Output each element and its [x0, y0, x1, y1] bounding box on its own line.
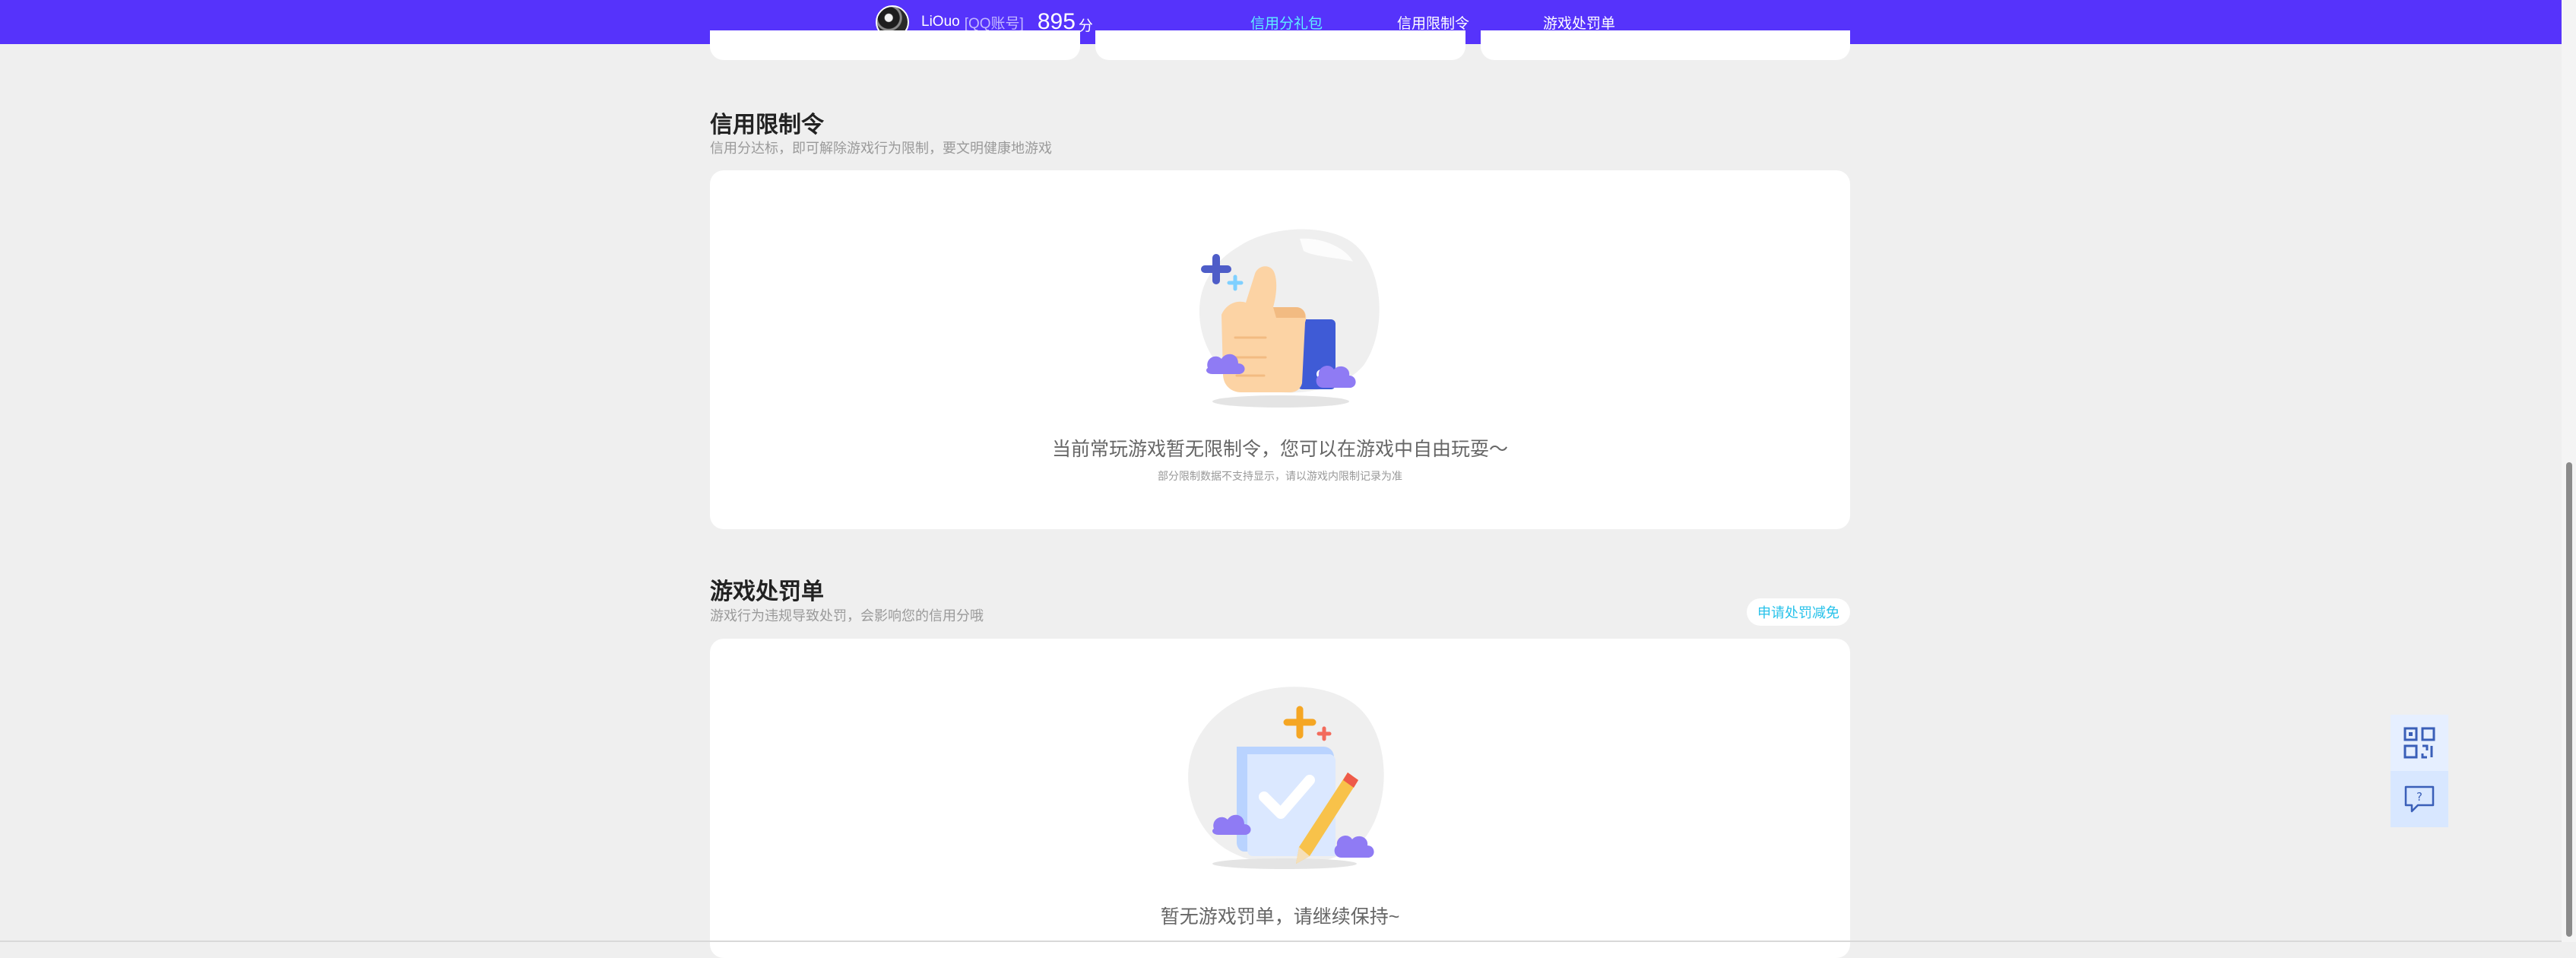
penalty-empty-text: 暂无游戏罚单，请继续保持~: [1160, 906, 1400, 928]
qr-code-button[interactable]: [2391, 715, 2448, 771]
penalty-subtitle: 游戏行为违规导致处罚，会影响您的信用分哦: [710, 608, 984, 623]
account-type: [QQ账号]: [964, 15, 1024, 32]
apply-penalty-reduction-button[interactable]: 申请处罚减免: [1747, 598, 1850, 626]
credit-limit-subtitle: 信用分达标，即可解除游戏行为限制，要文明健康地游戏: [710, 141, 1052, 156]
qr-code-icon: [2403, 727, 2435, 759]
credit-score-unit: 分: [1078, 17, 1093, 34]
gift-card-2[interactable]: [1095, 30, 1465, 60]
gift-card-1[interactable]: [710, 30, 1080, 60]
credit-limit-empty-text: 当前常玩游戏暂无限制令，您可以在游戏中自由玩耍～: [1051, 439, 1508, 460]
feedback-icon: ?: [2404, 785, 2435, 813]
scrollbar-thumb[interactable]: [2566, 462, 2572, 937]
username: LiOuo: [921, 14, 960, 30]
credit-limit-empty-hint: 部分限制数据不支持显示，请以游戏内限制记录为准: [1158, 470, 1402, 482]
feedback-glyph: ?: [2416, 790, 2422, 804]
credit-limit-title: 信用限制令: [710, 113, 824, 138]
nav-tab-penalty[interactable]: 游戏处罚单: [1543, 12, 1615, 33]
nav-tab-credit-gift[interactable]: 信用分礼包: [1250, 12, 1323, 33]
feedback-button[interactable]: ?: [2391, 771, 2448, 827]
nav-tab-credit-limit[interactable]: 信用限制令: [1397, 12, 1469, 33]
gift-card-3[interactable]: [1481, 30, 1850, 60]
thumbs-up-icon: [1199, 229, 1380, 408]
clipboard-check-icon: [1188, 687, 1384, 869]
penalty-title: 游戏处罚单: [710, 579, 824, 604]
